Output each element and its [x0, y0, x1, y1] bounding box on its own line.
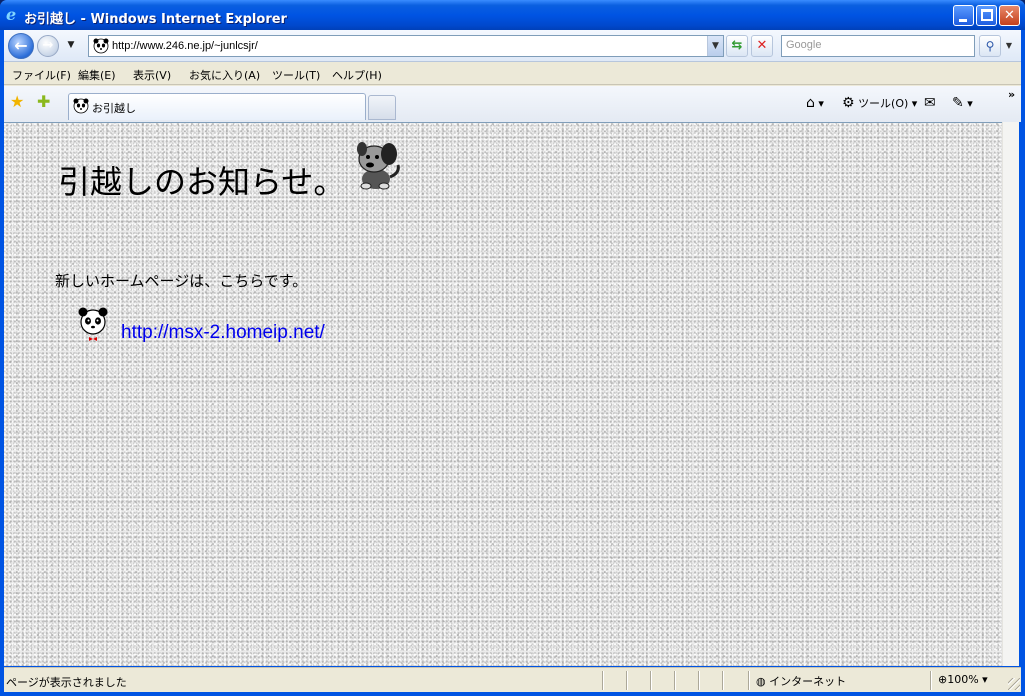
address-bar[interactable]: http://www.246.ne.jp/~junlcsjr/ ▼ [88, 35, 724, 57]
mail-icon: ✉ [924, 95, 936, 111]
ie-window: e お引越し - Windows Internet Explorer ✕ ← →… [0, 0, 1025, 696]
zoom-icon: ⊕ [938, 673, 948, 686]
security-zone[interactable]: ◍ インターネット [756, 673, 846, 689]
stop-button[interactable]: ✕ [751, 35, 773, 57]
notice-text: 新しいホームページは、こちらです。 [55, 272, 308, 290]
maximize-icon [981, 9, 993, 21]
globe-icon: ◍ [756, 675, 766, 688]
panda-favicon-icon [93, 38, 109, 54]
tab-label: お引越し [92, 102, 136, 115]
panda-icon [78, 307, 108, 341]
search-options-button[interactable]: ▼ [1002, 35, 1016, 57]
tools-button[interactable]: ⚙ ツール(O) ▾ [842, 95, 917, 112]
forward-button[interactable]: → [37, 35, 59, 57]
status-separator [674, 671, 676, 690]
close-icon: ✕ [1004, 8, 1015, 23]
pencil-icon: ✎ [952, 95, 964, 111]
search-input[interactable]: Google [781, 35, 975, 57]
ie-logo-icon: e [6, 5, 17, 24]
home-icon: ⌂ [806, 95, 815, 111]
url-text: http://www.246.ne.jp/~junlcsjr/ [112, 40, 258, 52]
menu-bar: ファイル(F) 編集(E) 表示(V) お気に入り(A) ツール(T) ヘルプ(… [4, 62, 1021, 85]
status-separator [626, 671, 628, 690]
edit-button[interactable]: ✎ ▾ [952, 95, 973, 112]
stop-icon: ✕ [756, 38, 768, 53]
gear-icon: ⚙ [842, 95, 855, 111]
zoom-control[interactable]: ⊕100% ▾ [938, 673, 988, 686]
close-button[interactable]: ✕ [999, 5, 1020, 26]
minimize-button[interactable] [953, 5, 974, 26]
status-text: ページが表示されました [6, 676, 127, 689]
new-tab-button[interactable] [368, 95, 396, 120]
maximize-button[interactable] [976, 5, 997, 26]
tab-bar: ★ ✚ お引越し ⌂ ▾ ⚙ ツール(O) ▾ ✉ ✎ ▾ » [4, 86, 1021, 122]
history-dropdown-button[interactable]: ▼ [65, 40, 77, 52]
tab-active[interactable]: お引越し [68, 93, 366, 120]
zoom-level: 100% [947, 673, 979, 686]
browser-chrome: ← → ▼ http://www.246.ne.jp/~junlcsjr/ ▼ … [4, 30, 1021, 122]
dog-icon [357, 142, 400, 190]
menu-edit[interactable]: 編集(E) [78, 67, 116, 83]
address-row: ← → ▼ http://www.246.ne.jp/~junlcsjr/ ▼ … [4, 30, 1021, 62]
zone-label: インターネット [769, 675, 847, 688]
status-separator [698, 671, 700, 690]
search-icon: ⚲ [985, 39, 995, 53]
new-homepage-link[interactable]: http://msx-2.homeip.net/ [121, 322, 325, 344]
status-separator [722, 671, 724, 690]
minimize-icon [959, 19, 967, 22]
menu-file[interactable]: ファイル(F) [12, 67, 71, 83]
vertical-scrollbar[interactable] [1002, 122, 1019, 666]
menu-view[interactable]: 表示(V) [133, 67, 171, 83]
toolbar-overflow-chevron-icon[interactable]: » [1008, 88, 1015, 101]
window-title: お引越し - Windows Internet Explorer [24, 12, 287, 27]
back-button[interactable]: ← [8, 33, 34, 59]
status-bar: ページが表示されました ◍ インターネット ⊕100% ▾ [4, 667, 1021, 692]
refresh-icon: ⇆ [731, 38, 743, 53]
home-button[interactable]: ⌂ ▾ [806, 95, 824, 112]
status-separator [650, 671, 652, 690]
title-bar[interactable]: e お引越し - Windows Internet Explorer ✕ [0, 0, 1025, 30]
resize-grip[interactable] [1008, 678, 1020, 690]
status-separator [748, 671, 750, 690]
menu-tools[interactable]: ツール(T) [272, 67, 320, 83]
tools-label: ツール(O) [858, 97, 909, 110]
status-separator [930, 671, 932, 690]
search-button[interactable]: ⚲ [979, 35, 1001, 57]
panda-favicon-icon [73, 98, 89, 114]
favorites-star-icon[interactable]: ★ [10, 93, 24, 111]
menu-favorites[interactable]: お気に入り(A) [189, 67, 260, 83]
menu-help[interactable]: ヘルプ(H) [332, 67, 382, 83]
page-heading: 引越しのお知らせ。 [58, 163, 346, 201]
page-content: 引越しのお知らせ。 新しいホームページは、こちらです。 http://msx-2… [4, 122, 1002, 666]
refresh-button[interactable]: ⇆ [726, 35, 748, 57]
mail-button[interactable]: ✉ [924, 95, 936, 112]
status-separator [602, 671, 604, 690]
address-dropdown-button[interactable]: ▼ [707, 36, 723, 56]
add-favorites-icon[interactable]: ✚ [37, 93, 50, 111]
